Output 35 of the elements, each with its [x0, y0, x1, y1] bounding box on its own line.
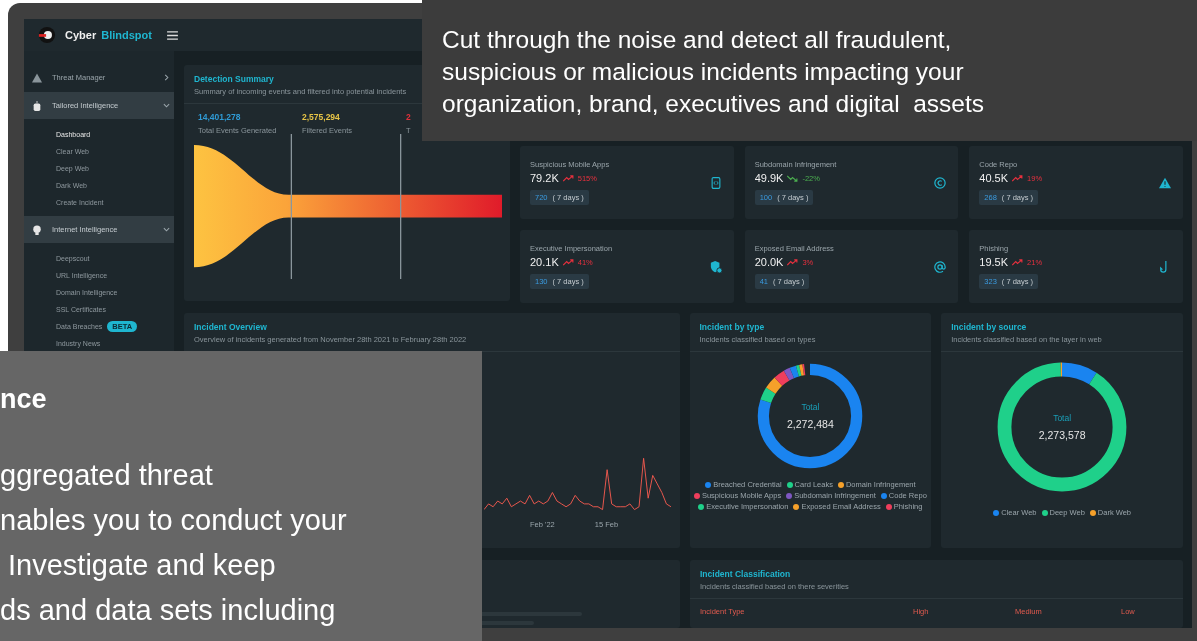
stat-value: 79.2K — [530, 172, 559, 184]
card-title: Detection Summary — [194, 74, 275, 84]
stat-value: 20.1K — [530, 256, 559, 268]
stat-value: 20.0K — [754, 256, 784, 268]
mobile-code-icon — [709, 176, 722, 189]
total-label: Total — [1053, 413, 1072, 423]
card-title: Incident by source — [951, 322, 1028, 332]
stage-value: 14,401,278 — [198, 112, 241, 122]
warning-icon — [32, 72, 42, 83]
lightbulb-icon — [32, 224, 42, 235]
brand-name-accent: Blindspot — [101, 29, 152, 41]
card-title: Incident Classification — [700, 569, 792, 579]
stat-value: 49.9K — [754, 172, 784, 184]
brand-name: Cyber — [65, 29, 97, 41]
warning-icon — [1159, 176, 1171, 189]
total-label: Total — [801, 402, 820, 412]
copyright-icon — [934, 176, 947, 189]
total-value: 2,273,578 — [1038, 429, 1086, 441]
chevron-right-icon — [163, 74, 170, 81]
stage-value: 2 — [406, 112, 411, 122]
callout-heading: nce — [0, 384, 48, 415]
eye-logo-icon — [38, 26, 56, 44]
chevron-down-icon — [163, 226, 170, 233]
callout-text: ggregated threat nables you to conduct your Investigate and keep ds and data sets including — [0, 458, 348, 628]
stage-value: 2,575,294 — [302, 112, 340, 122]
callout-text: Cut through the noise and detect all fraudulent, suspicious or malicious incidents impacting your organization, brand, executives and digital assets — [442, 24, 985, 119]
stat-value: 40.5K — [979, 172, 1009, 184]
total-value: 2,272,484 — [787, 418, 834, 430]
card-title: Incident Overview — [194, 322, 268, 332]
shield-icon — [709, 260, 722, 273]
at-sign-icon — [934, 260, 947, 273]
menu-icon[interactable] — [166, 30, 178, 40]
card-title: Incident by type — [699, 322, 766, 332]
stat-value: 19.5K — [979, 256, 1009, 268]
chevron-down-icon — [163, 102, 170, 109]
